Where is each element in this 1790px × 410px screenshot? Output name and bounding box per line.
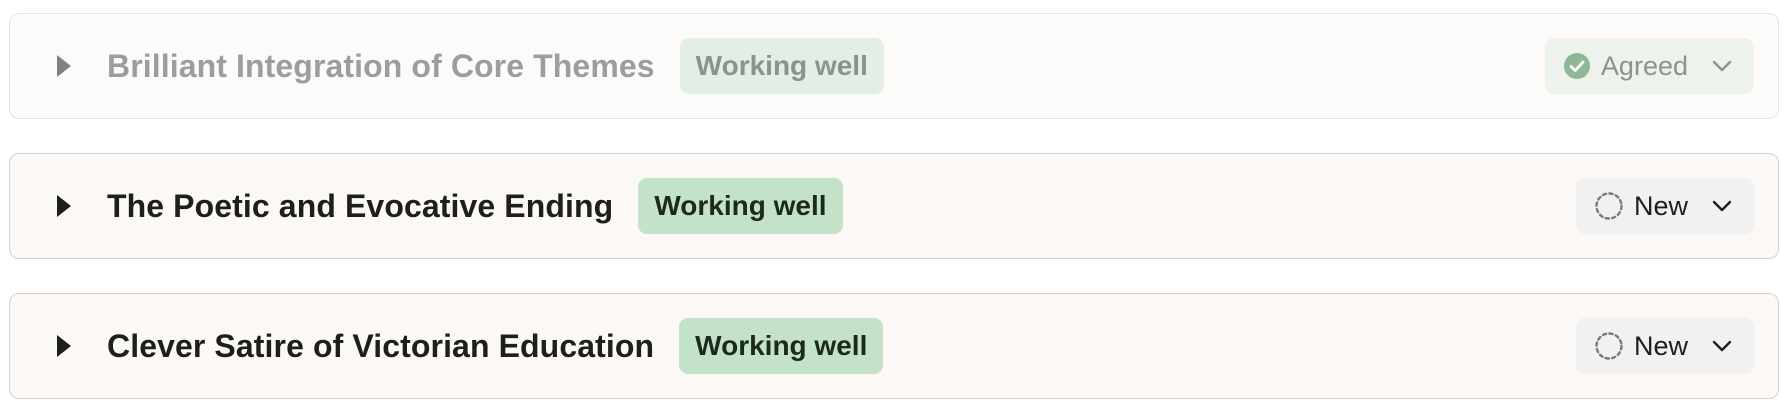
feedback-item[interactable]: Clever Satire of Victorian Education Wor…: [9, 293, 1779, 399]
feedback-item[interactable]: Brilliant Integration of Core Themes Wor…: [9, 13, 1779, 119]
chevron-down-icon: [1712, 340, 1732, 352]
category-tag: Working well: [638, 178, 843, 234]
dashed-circle-icon: [1594, 331, 1624, 361]
caret-right-icon: [56, 335, 72, 357]
expand-toggle[interactable]: [49, 331, 79, 361]
status-label: Agreed: [1600, 50, 1688, 81]
chevron-down-icon: [1712, 60, 1732, 72]
caret-right-icon: [56, 55, 72, 77]
feedback-title: The Poetic and Evocative Ending: [107, 187, 614, 224]
feedback-list: Brilliant Integration of Core Themes Wor…: [0, 0, 1790, 410]
expand-toggle[interactable]: [49, 51, 79, 81]
feedback-item[interactable]: The Poetic and Evocative Ending Working …: [9, 153, 1779, 259]
dashed-circle-icon: [1594, 191, 1624, 221]
category-tag: Working well: [679, 38, 884, 94]
chevron-down-icon: [1712, 200, 1732, 212]
feedback-title: Clever Satire of Victorian Education: [107, 327, 655, 364]
status-dropdown[interactable]: Agreed: [1544, 38, 1754, 94]
expand-toggle[interactable]: [49, 191, 79, 221]
status-dropdown[interactable]: New: [1575, 178, 1754, 234]
status-label: New: [1633, 330, 1688, 361]
status-dropdown[interactable]: New: [1575, 318, 1754, 374]
check-circle-icon: [1563, 52, 1591, 80]
caret-right-icon: [56, 195, 72, 217]
feedback-title: Brilliant Integration of Core Themes: [107, 47, 655, 84]
category-tag: Working well: [679, 318, 884, 374]
status-label: New: [1633, 190, 1688, 221]
